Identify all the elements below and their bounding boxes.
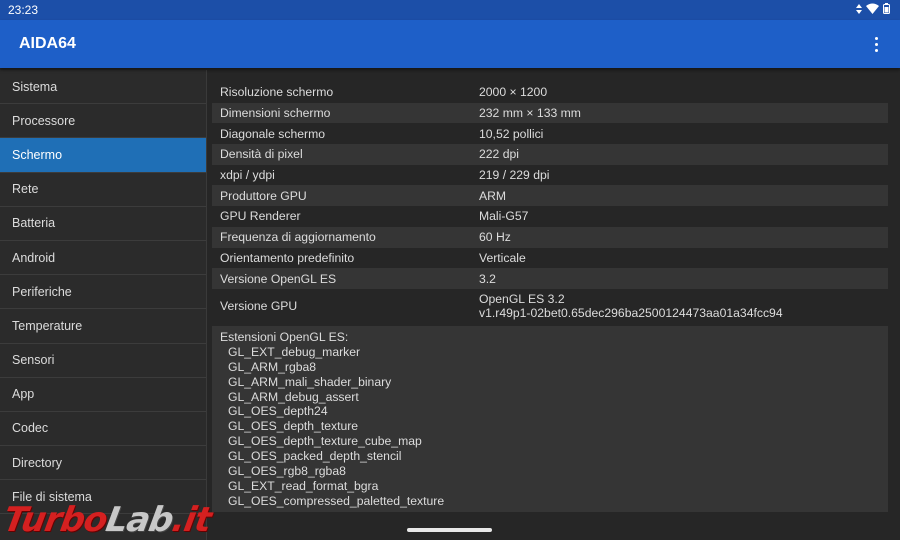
row-value: ARM (479, 188, 507, 203)
gesture-nav-handle[interactable] (407, 528, 492, 532)
sidebar-item-app[interactable]: App (0, 378, 206, 412)
watermark-part2: Lab (102, 500, 176, 540)
list-item: GL_EXT_debug_marker (228, 344, 361, 359)
table-row: GPU Renderer Mali-G57 (212, 206, 888, 227)
table-row: Diagonale schermo 10,52 pollici (212, 123, 888, 144)
table-row: Versione OpenGL ES 3.2 (212, 268, 888, 289)
sidebar-item-sensori[interactable]: Sensori (0, 344, 206, 378)
list-item: GL_ARM_rgba8 (228, 359, 317, 374)
sidebar-item-batteria[interactable]: Batteria (0, 207, 206, 241)
list-item: GL_OES_depth_texture (228, 419, 359, 434)
row-key: Versione OpenGL ES (220, 271, 337, 286)
row-value: 222 dpi (479, 147, 519, 162)
row-key: Orientamento predefinito (220, 250, 355, 265)
row-value: 232 mm × 133 mm (479, 106, 581, 121)
watermark-part1: Turbo (0, 500, 111, 540)
extensions-title: Estensioni OpenGL ES: (220, 329, 349, 344)
data-arrows-icon (856, 1, 862, 19)
sidebar-item-label: Temperature (12, 318, 83, 333)
list-item: GL_OES_compressed_paletted_texture (228, 493, 445, 508)
watermark-part3: .it (168, 500, 214, 540)
sidebar-item-label: Directory (12, 455, 63, 470)
app-title: AIDA64 (19, 35, 76, 52)
sidebar-item-directory[interactable]: Directory (0, 446, 206, 481)
sidebar: Sistema Processore Schermo Rete Batteria… (0, 70, 207, 540)
battery-icon (883, 1, 890, 19)
list-item: GL_OES_depth_texture_cube_map (228, 434, 422, 449)
gpu-version-line2: v1.r49p1-02bet0.65dec296ba2500124473aa01… (479, 306, 783, 321)
table-row: Risoluzione schermo 2000 × 1200 (212, 82, 888, 103)
app-bar: AIDA64 (0, 20, 900, 68)
row-value: OpenGL ES 3.2 v1.r49p1-02bet0.65dec296ba… (479, 292, 888, 320)
row-value: 60 Hz (479, 230, 511, 245)
list-item: GL_OES_depth24 (228, 404, 328, 419)
table-row: Orientamento predefinito Verticale (212, 248, 888, 269)
status-bar: 23:23 (0, 0, 900, 20)
row-value: 2000 × 1200 (479, 85, 548, 100)
table-row-gpu-version: Versione GPU OpenGL ES 3.2 v1.r49p1-02be… (212, 289, 888, 324)
sidebar-item-label: Sensori (12, 353, 55, 368)
table-row: Densità di pixel 222 dpi (212, 144, 888, 165)
list-item: GL_EXT_read_format_bgra (228, 478, 379, 493)
sidebar-item-label: Schermo (12, 147, 63, 162)
extensions-list: GL_EXT_debug_marker GL_ARM_rgba8 GL_ARM_… (220, 345, 880, 509)
sidebar-item-label: Processore (12, 113, 76, 128)
status-time: 23:23 (8, 3, 39, 17)
row-key: Versione GPU (220, 299, 298, 314)
sidebar-item-label: Sistema (12, 79, 58, 94)
row-key: Densità di pixel (220, 147, 303, 162)
row-value: Verticale (479, 250, 526, 265)
sidebar-item-temperature[interactable]: Temperature (0, 309, 206, 344)
list-item: GL_ARM_debug_assert (228, 389, 359, 404)
sidebar-item-label: Codec (12, 421, 49, 436)
sidebar-item-label: Batteria (12, 216, 56, 231)
sidebar-item-periferiche[interactable]: Periferiche (0, 275, 206, 310)
list-item: GL_ARM_mali_shader_binary (228, 374, 392, 389)
status-icons (856, 1, 890, 19)
table-row: Frequenza di aggiornamento 60 Hz (212, 226, 888, 248)
gpu-version-line1: OpenGL ES 3.2 (479, 292, 565, 307)
details-panel: Risoluzione schermo 2000 × 1200 Dimension… (212, 82, 888, 512)
extensions-block: Estensioni OpenGL ES: GL_EXT_debug_marke… (212, 325, 888, 512)
turbolab-watermark-logo: TurboLab.it (0, 500, 213, 540)
table-row: Dimensioni schermo 232 mm × 133 mm (212, 102, 888, 124)
row-key: Risoluzione schermo (220, 85, 334, 100)
sidebar-item-label: App (12, 387, 35, 402)
row-key: GPU Renderer (220, 209, 301, 224)
row-key: xdpi / ydpi (220, 168, 275, 183)
table-row: xdpi / ydpi 219 / 229 dpi (212, 165, 888, 186)
sidebar-item-codec[interactable]: Codec (0, 412, 206, 447)
row-value: 219 / 229 dpi (479, 168, 550, 183)
row-value: 3.2 (479, 271, 496, 286)
sidebar-item-schermo[interactable]: Schermo (0, 138, 206, 173)
row-key: Frequenza di aggiornamento (220, 230, 376, 245)
wifi-icon (866, 1, 879, 19)
list-item: GL_OES_rgb8_rgba8 (228, 464, 346, 479)
sidebar-item-processore[interactable]: Processore (0, 104, 206, 139)
sidebar-item-label: Android (12, 250, 56, 265)
details-table: Risoluzione schermo 2000 × 1200 Dimension… (212, 82, 888, 324)
sidebar-item-android[interactable]: Android (0, 241, 206, 276)
table-row: Produttore GPU ARM (212, 185, 888, 207)
row-key: Diagonale schermo (220, 126, 326, 141)
row-value: 10,52 pollici (479, 126, 544, 141)
row-value: Mali-G57 (479, 209, 529, 224)
row-key: Dimensioni schermo (220, 106, 331, 121)
sidebar-item-rete[interactable]: Rete (0, 173, 206, 207)
sidebar-item-label: Rete (12, 182, 39, 197)
sidebar-item-sistema[interactable]: Sistema (0, 70, 206, 105)
overflow-menu-icon[interactable] (868, 32, 884, 56)
list-item: GL_OES_packed_depth_stencil (228, 449, 402, 464)
sidebar-item-label: Periferiche (12, 284, 72, 299)
row-key: Produttore GPU (220, 188, 307, 203)
